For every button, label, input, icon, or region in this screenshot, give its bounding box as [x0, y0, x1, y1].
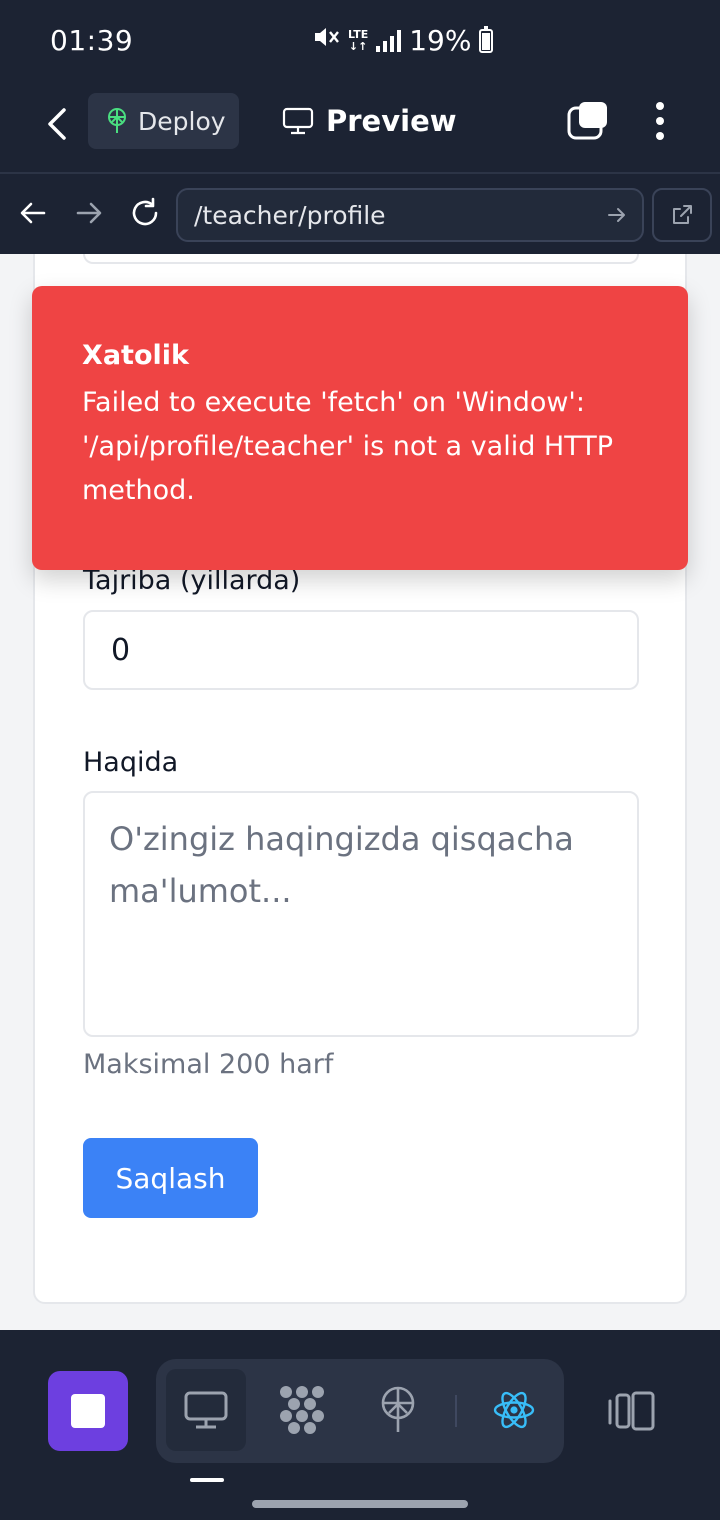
home-indicator[interactable] [252, 1500, 468, 1508]
back-button[interactable] [36, 102, 80, 146]
experience-value: 0 [111, 632, 131, 668]
stop-icon [71, 1394, 105, 1428]
error-title: Xatolik [82, 340, 189, 371]
webview-tool[interactable] [166, 1369, 246, 1451]
deploy-label: Deploy [138, 106, 226, 136]
external-link-icon [673, 205, 692, 224]
url-text: /teacher/profile [194, 200, 386, 230]
tabs-icon [567, 102, 607, 140]
signal-icon [376, 29, 402, 52]
react-tool[interactable] [474, 1369, 554, 1451]
toolbar-divider [455, 1395, 457, 1427]
status-time: 01:39 [50, 24, 134, 57]
active-tab-indicator [190, 1478, 224, 1482]
preview-tab[interactable]: Preview [282, 93, 457, 149]
deploy-icon [108, 108, 126, 133]
preview-label: Preview [326, 104, 457, 138]
experience-input[interactable]: 0 [83, 610, 639, 690]
more-vertical-icon[interactable] [648, 98, 672, 144]
arrow-right-icon[interactable] [72, 196, 106, 230]
bottom-toolbar [0, 1330, 720, 1520]
deploy-icon [381, 1386, 415, 1432]
monitor-icon [184, 1391, 228, 1429]
arrow-right-icon[interactable] [606, 204, 628, 226]
panel-toggle-icon[interactable] [600, 1383, 660, 1439]
react-icon [493, 1391, 535, 1429]
save-button[interactable]: Saqlash [83, 1138, 258, 1218]
stop-button[interactable] [48, 1371, 128, 1451]
chevron-left-icon [48, 108, 66, 140]
about-placeholder: O'zingiz haqingizda qisqacha ma'lumot... [109, 820, 574, 910]
workflows-tool[interactable] [262, 1369, 342, 1451]
about-hint: Maksimal 200 harf [83, 1049, 334, 1080]
battery-icon [479, 25, 494, 53]
tool-group [156, 1359, 564, 1463]
battery-percent: 19% [409, 24, 472, 57]
workflow-icon [280, 1386, 324, 1434]
status-bar: 01:39 LTE ↓↑ 19% [0, 0, 720, 84]
lte-icon: LTE ↓↑ [348, 27, 369, 53]
error-message: Failed to execute 'fetch' on 'Window': '… [82, 387, 614, 506]
app-bar: Deploy Preview [0, 84, 720, 172]
reload-icon[interactable] [128, 196, 162, 230]
about-textarea[interactable]: O'zingiz haqingizda qisqacha ma'lumot... [83, 791, 639, 1037]
mute-icon [312, 24, 340, 57]
status-icons: LTE ↓↑ 19% [312, 24, 494, 57]
url-bar: /teacher/profile [0, 172, 720, 254]
about-label: Haqida [83, 747, 179, 778]
deploy-button[interactable]: Deploy [88, 93, 239, 149]
arrow-left-icon[interactable] [16, 196, 50, 230]
monitor-icon [282, 107, 314, 135]
network-type: LTE [348, 27, 369, 41]
error-toast[interactable]: Xatolik Failed to execute 'fetch' on 'Wi… [32, 286, 688, 570]
data-arrows-icon: ↓↑ [348, 39, 368, 53]
open-external-button[interactable] [652, 188, 712, 242]
previous-input[interactable] [83, 254, 639, 264]
deployments-tool[interactable] [358, 1369, 438, 1451]
tabs-button[interactable] [566, 100, 612, 142]
url-input[interactable]: /teacher/profile [176, 188, 644, 242]
